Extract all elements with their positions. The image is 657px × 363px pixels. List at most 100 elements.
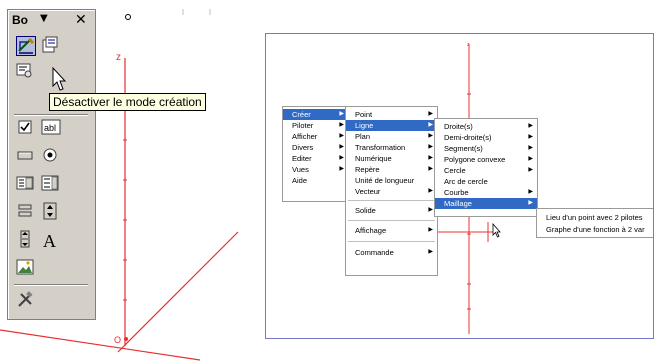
chevron-right-icon: ▶: [528, 200, 533, 206]
chevron-right-icon: ▶: [528, 134, 533, 140]
menu-item-lieu-point-2-pilotes[interactable]: Lieu d'un point avec 2 pilotes: [537, 212, 653, 223]
menu-item-arc-de-cercle[interactable]: Arc de cercle: [435, 176, 537, 187]
menu-separator: [348, 200, 435, 201]
chevron-right-icon: ▶: [528, 189, 533, 195]
chevron-right-icon: ▶: [528, 156, 533, 162]
toolbox-titlebar[interactable]: Bo ▼ ✕: [8, 10, 95, 30]
design-mode-button[interactable]: [16, 36, 36, 56]
combobox-icon: [41, 175, 59, 191]
chevron-right-icon: ▶: [339, 133, 344, 139]
chevron-right-icon: ▶: [428, 133, 433, 139]
menu-item-cercle[interactable]: Cercle ▶: [435, 165, 537, 176]
origin-point[interactable]: [124, 337, 128, 341]
more-controls-icon: [18, 291, 33, 307]
option-button-icon: [43, 148, 57, 162]
textbox-icon: abl: [41, 119, 61, 135]
ligne-submenu: Droite(s) ▶ Demi-droite(s) ▶ Segment(s) ▶ P…: [434, 118, 538, 217]
combobox-button[interactable]: [41, 174, 61, 194]
svg-text:abl: abl: [44, 123, 56, 133]
menu-separator: [348, 220, 435, 221]
toggle-button[interactable]: [16, 202, 36, 222]
chevron-right-icon: ▶: [428, 227, 433, 233]
command-button-icon: [17, 151, 33, 160]
toolbox-separator: [14, 114, 88, 116]
menu-item-piloter[interactable]: Piloter ▶: [283, 120, 348, 131]
menu-item-transformation[interactable]: Transformation ▶: [346, 142, 437, 153]
menu-item-maillage[interactable]: Maillage ▶: [435, 198, 537, 209]
scrollbar-icon: [20, 230, 30, 248]
chevron-right-icon: ▶: [428, 249, 433, 255]
menu-item-plan[interactable]: Plan ▶: [346, 131, 437, 142]
chevron-right-icon: ▶: [428, 111, 433, 117]
close-icon[interactable]: ✕: [75, 11, 87, 28]
menu-item-polygone-convexe[interactable]: Polygone convexe ▶: [435, 154, 537, 165]
svg-text:A: A: [43, 231, 56, 250]
properties-icon: [42, 36, 58, 53]
more-controls-button[interactable]: [16, 291, 36, 311]
maillage-submenu: Lieu d'un point avec 2 pilotes Graphe d'…: [536, 208, 653, 238]
controls-toolbox: Bo ▼ ✕ abl A: [7, 9, 96, 320]
toolbox-separator: [14, 284, 88, 286]
view-code-button[interactable]: [16, 61, 36, 81]
menu-item-affichage[interactable]: Affichage ▶: [346, 225, 437, 236]
menu-item-aide[interactable]: Aide: [283, 175, 348, 186]
code-icon: [16, 63, 32, 78]
chevron-right-icon: ▶: [428, 166, 433, 172]
chevron-right-icon: ▶: [428, 144, 433, 150]
label-button[interactable]: A: [41, 230, 61, 251]
menu-item-graphe-fonction-2-var[interactable]: Graphe d'une fonction à 2 var: [537, 224, 653, 235]
tooltip: Désactiver le mode création: [49, 93, 206, 111]
image-icon: [16, 259, 34, 275]
menu-item-commande[interactable]: Commande ▶: [346, 247, 437, 258]
menu-separator: [348, 241, 435, 242]
textbox-button[interactable]: abl: [41, 118, 61, 138]
menu-item-vues[interactable]: Vues ▶: [283, 164, 348, 175]
menu-item-unite-de-longueur[interactable]: Unité de longueur: [346, 175, 437, 186]
spin-button[interactable]: [41, 202, 61, 222]
chevron-right-icon: ▶: [528, 123, 533, 129]
design-mode-icon: [18, 38, 34, 54]
menu-item-demi-droites[interactable]: Demi-droite(s) ▶: [435, 132, 537, 143]
chevron-right-icon: ▶: [339, 155, 344, 161]
chevron-right-icon: ▶: [339, 122, 344, 128]
chevron-down-icon[interactable]: ▼: [40, 13, 48, 24]
menu-item-repere[interactable]: Repère ▶: [346, 164, 437, 175]
menu-item-numerique[interactable]: Numérique ▶: [346, 153, 437, 164]
label-icon: A: [43, 231, 56, 251]
menu-item-ligne[interactable]: Ligne ▶: [346, 120, 437, 131]
menu-item-editer[interactable]: Editer ▶: [283, 153, 348, 164]
menu-item-segments[interactable]: Segment(s) ▶: [435, 143, 537, 154]
origin-label: O: [114, 335, 121, 345]
menu-item-afficher[interactable]: Afficher ▶: [283, 131, 348, 142]
chevron-right-icon: ▶: [339, 111, 344, 117]
menu-item-divers[interactable]: Divers ▶: [283, 142, 348, 153]
menu-item-droites[interactable]: Droite(s) ▶: [435, 121, 537, 132]
option-button[interactable]: [41, 146, 61, 166]
toggle-button-icon: [18, 204, 32, 217]
menu-item-courbe[interactable]: Courbe ▶: [435, 187, 537, 198]
menu-item-solide[interactable]: Solide ▶: [346, 205, 437, 216]
z-axis-label: z: [116, 52, 121, 63]
properties-button[interactable]: [41, 36, 61, 56]
spin-button-icon: [43, 202, 57, 220]
menu-item-point[interactable]: Point ▶: [346, 109, 437, 120]
chevron-right-icon: ▶: [428, 155, 433, 161]
scrollbar-button[interactable]: [16, 230, 36, 250]
checkbox-icon: [18, 120, 32, 134]
image-button[interactable]: [16, 258, 36, 278]
command-button[interactable]: [16, 146, 36, 166]
handle-dot[interactable]: [125, 14, 131, 20]
listbox-button[interactable]: [16, 174, 36, 194]
menu-item-creer[interactable]: Créer ▶: [283, 109, 348, 120]
main-menu: Créer ▶ Piloter ▶ Afficher ▶ Divers ▶ Editer…: [282, 106, 349, 202]
x-axis: [117, 231, 239, 353]
mouse-cursor-icon: [52, 67, 67, 91]
checkbox-button[interactable]: [16, 118, 36, 138]
toolbox-title: Bo: [12, 13, 28, 27]
chevron-right-icon: ▶: [339, 166, 344, 172]
geometry-window[interactable]: z Créer ▶ Piloter ▶ Afficher ▶ Divers ▶ Edit…: [265, 33, 654, 339]
chevron-right-icon: ▶: [528, 145, 533, 151]
listbox-icon: [16, 176, 34, 190]
menu-item-vecteur[interactable]: Vecteur ▶: [346, 186, 437, 197]
chevron-right-icon: ▶: [428, 122, 433, 128]
